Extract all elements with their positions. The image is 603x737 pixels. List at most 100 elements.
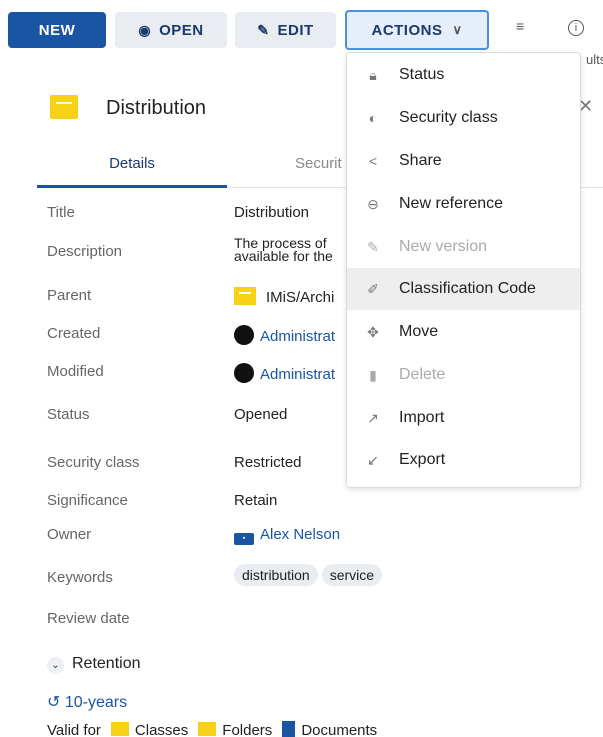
field-label: Parent bbox=[47, 287, 92, 304]
field-value: Restricted bbox=[234, 454, 302, 471]
field-label: Significance bbox=[47, 492, 128, 509]
description-line-2: available for the bbox=[234, 248, 333, 264]
created-value: Administrat bbox=[260, 328, 336, 345]
parent-value: IMiS/Archi bbox=[266, 289, 335, 306]
valid-for-documents: Documents bbox=[301, 722, 378, 737]
menu-item-label: New version bbox=[399, 238, 488, 255]
field-owner: Owner ▪ Alex Nelson bbox=[47, 526, 603, 548]
user-badge-icon: ▪ bbox=[234, 533, 254, 545]
menu-item-status[interactable]: 🔒︎ Status bbox=[347, 54, 580, 96]
new-button-label: NEW bbox=[38, 21, 76, 39]
edit-button-label: EDIT bbox=[277, 21, 314, 39]
menu-item-label: Export bbox=[399, 451, 446, 468]
actions-button-label: ACTIONS bbox=[371, 21, 443, 39]
classes-icon bbox=[110, 722, 129, 736]
results-label-partial: ults bbox=[586, 52, 603, 67]
menu-item-label: Classification Code bbox=[399, 280, 536, 297]
avatar bbox=[234, 363, 254, 383]
pencil-icon: ✎ bbox=[367, 238, 379, 255]
menu-item-label: Move bbox=[399, 323, 439, 340]
chevron-down-icon: ∨ bbox=[452, 22, 463, 37]
menu-item-label: Status bbox=[399, 66, 445, 83]
import-arrow-icon: ↗ bbox=[367, 409, 379, 426]
menu-item-label: Import bbox=[399, 409, 445, 426]
owner-value: Alex Nelson bbox=[260, 526, 341, 543]
folder-icon bbox=[50, 95, 78, 119]
field-value: Retain bbox=[234, 492, 278, 509]
field-keywords: Keywords distribution service bbox=[47, 564, 603, 591]
pencil-icon: ✎ bbox=[257, 21, 270, 38]
move-icon: ✥ bbox=[367, 323, 379, 340]
menu-item-import[interactable]: ↗ Import bbox=[347, 397, 580, 439]
menu-item-classification-code[interactable]: ✐ Classification Code bbox=[347, 268, 580, 310]
share-icon: < bbox=[368, 153, 378, 169]
keyword-chip[interactable]: distribution bbox=[234, 564, 318, 586]
menu-item-delete[interactable]: ▮ Delete bbox=[347, 354, 580, 396]
field-label: Description bbox=[47, 243, 123, 260]
field-value: The process of available for the bbox=[234, 236, 333, 264]
tab-details[interactable]: Details bbox=[37, 155, 227, 188]
parent-link[interactable]: IMiS/Archi bbox=[234, 287, 334, 306]
valid-for-classes: Classes bbox=[134, 722, 189, 737]
field-label: Modified bbox=[47, 363, 104, 380]
actions-button[interactable]: ACTIONS ∨ bbox=[345, 10, 489, 50]
page-title: Distribution bbox=[106, 97, 207, 119]
retention-label: Retention bbox=[72, 655, 141, 672]
valid-for-folders: Folders bbox=[222, 722, 273, 737]
edit-icon: ✐ bbox=[367, 280, 379, 297]
menu-item-export[interactable]: ↙ Export bbox=[347, 439, 580, 481]
avatar bbox=[234, 325, 254, 345]
modified-user-link[interactable]: Administrat bbox=[234, 363, 335, 383]
history-icon: ↺ bbox=[47, 694, 61, 711]
keyword-chips: distribution service bbox=[234, 564, 386, 586]
menu-item-new-version[interactable]: ✎ New version bbox=[347, 226, 580, 268]
valid-for-label: Valid for bbox=[47, 722, 101, 737]
menu-item-new-reference[interactable]: ⊖ New reference bbox=[347, 183, 580, 225]
field-value: Distribution bbox=[234, 204, 310, 221]
menu-item-label: Share bbox=[399, 152, 442, 169]
keyword-chip[interactable]: service bbox=[321, 564, 383, 586]
tab-security[interactable]: Securit bbox=[295, 155, 342, 172]
document-icon bbox=[282, 721, 296, 737]
field-value: Opened bbox=[234, 406, 288, 423]
created-user-link[interactable]: Administrat bbox=[234, 325, 335, 345]
folder-icon bbox=[234, 287, 256, 305]
folder-icon bbox=[198, 722, 217, 736]
field-review-date: Review date bbox=[47, 610, 603, 632]
field-label: Security class bbox=[47, 454, 140, 471]
lock-icon: 🔒︎ bbox=[369, 66, 377, 83]
retention-period-link[interactable]: ↺ 10-years bbox=[47, 692, 127, 712]
menu-item-move[interactable]: ✥ Move bbox=[347, 311, 580, 353]
list-icon[interactable]: ≡ bbox=[516, 18, 524, 34]
menu-item-label: New reference bbox=[399, 195, 504, 212]
field-label: Title bbox=[47, 204, 75, 221]
open-button[interactable]: ◉ OPEN bbox=[115, 12, 227, 48]
eye-icon: ◉ bbox=[138, 21, 152, 38]
modified-value: Administrat bbox=[260, 366, 336, 383]
retention-period: 10-years bbox=[64, 694, 128, 711]
actions-menu: 🔒︎ Status ◐ Security class < Share ⊖ New ref… bbox=[346, 52, 581, 488]
shield-icon: ◐ bbox=[368, 110, 378, 126]
trash-icon: ▮ bbox=[369, 366, 377, 383]
valid-for: Valid for Classes Folders Documents bbox=[47, 721, 377, 737]
field-label: Review date bbox=[47, 610, 130, 627]
chevron-down-icon: ⌄ bbox=[47, 657, 64, 674]
edit-button[interactable]: ✎ EDIT bbox=[235, 12, 336, 48]
new-button[interactable]: NEW bbox=[8, 12, 106, 48]
field-significance: Significance Retain bbox=[47, 492, 603, 514]
menu-item-label: Security class bbox=[399, 109, 498, 126]
info-icon[interactable]: i bbox=[568, 20, 584, 36]
field-label: Created bbox=[47, 325, 101, 342]
export-arrow-icon: ↙ bbox=[367, 451, 379, 468]
field-label: Keywords bbox=[47, 569, 113, 586]
retention-toggle[interactable]: ⌄ Retention bbox=[47, 655, 141, 674]
link-icon: ⊖ bbox=[367, 195, 379, 212]
owner-link[interactable]: ▪ Alex Nelson bbox=[234, 526, 340, 545]
field-label: Owner bbox=[47, 526, 92, 543]
menu-item-share[interactable]: < Share bbox=[347, 140, 580, 182]
open-button-label: OPEN bbox=[159, 21, 204, 39]
field-label: Status bbox=[47, 406, 90, 423]
toolbar: NEW ◉ OPEN ✎ EDIT ACTIONS ∨ ≡ i bbox=[8, 10, 603, 50]
menu-item-security-class[interactable]: ◐ Security class bbox=[347, 97, 580, 139]
menu-item-label: Delete bbox=[399, 366, 446, 383]
